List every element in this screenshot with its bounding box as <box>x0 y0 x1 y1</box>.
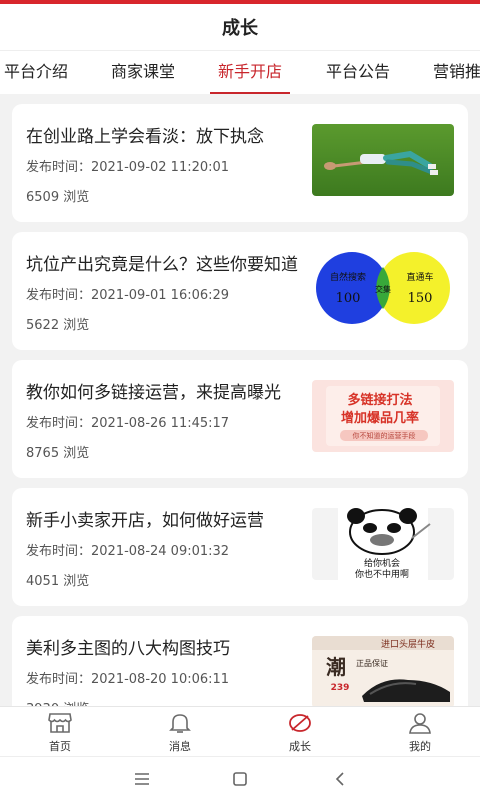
article-time: 发布时间：2021-08-20 10:06:11 <box>26 672 230 687</box>
article-thumbnail: 进口头层牛皮 潮 正品保证 239 <box>312 636 454 706</box>
meme-line-1: 给你机会 <box>364 557 400 569</box>
venn-mid-label: 交集 <box>375 284 391 294</box>
shop-icon <box>48 713 72 733</box>
page-header: 成长 <box>0 4 480 50</box>
nav-growth[interactable]: 成长 <box>240 707 360 756</box>
article-thumbnail: 给你机会 你也不中用啊 <box>312 508 454 580</box>
tab-platform-notice[interactable]: 平台公告 <box>326 51 390 94</box>
article-title: 新手小卖家开店，如何做好运营 <box>26 511 264 531</box>
article-card[interactable]: 美利多主图的八大构图技巧 发布时间：2021-08-20 10:06:11 39… <box>12 616 468 706</box>
nav-home[interactable]: 首页 <box>0 707 120 756</box>
promo-line-3: 你不知道的运营手段 <box>353 431 416 440</box>
category-tabs: 平台介绍 商家课堂 新手开店 平台公告 营销推广 <box>0 50 480 94</box>
article-views: 6509 浏览 <box>26 190 90 205</box>
tab-platform-intro[interactable]: 平台介绍 <box>4 51 68 94</box>
nav-messages-label: 消息 <box>169 740 191 753</box>
shoe-ad-price: 239 <box>331 683 350 693</box>
article-title: 在创业路上学会看淡：放下执念 <box>26 127 264 147</box>
shoe-ad-top: 进口头层牛皮 <box>381 638 435 650</box>
shoe-ad-brand: 潮 <box>326 655 346 679</box>
venn-left-value: 100 <box>336 291 361 306</box>
bottom-navigation: 首页 消息 成长 我的 <box>0 706 480 756</box>
nav-messages[interactable]: 消息 <box>120 707 240 756</box>
promo-line-2: 增加爆品几率 <box>341 410 419 426</box>
article-views: 4051 浏览 <box>26 574 90 589</box>
article-thumbnail: 自然搜索 100 交集 直通车 150 <box>312 252 454 324</box>
venn-left-label: 自然搜索 <box>330 271 366 283</box>
meme-line-2: 你也不中用啊 <box>355 568 409 580</box>
bell-icon <box>169 714 191 733</box>
venn-right-label: 直通车 <box>406 271 433 283</box>
article-card[interactable]: 新手小卖家开店，如何做好运营 发布时间：2021-08-24 09:01:32 … <box>12 488 468 606</box>
page-title: 成长 <box>222 18 258 39</box>
growth-icon <box>289 714 311 732</box>
article-time: 发布时间：2021-08-26 11:45:17 <box>26 416 230 431</box>
shoe-ad-sub: 正品保证 <box>356 658 388 668</box>
nav-profile[interactable]: 我的 <box>360 707 480 756</box>
nav-profile-label: 我的 <box>409 740 431 753</box>
article-time: 发布时间：2021-09-01 16:06:29 <box>26 288 230 303</box>
article-views: 8765 浏览 <box>26 446 90 461</box>
tab-new-store[interactable]: 新手开店 <box>209 51 291 94</box>
menu-icon[interactable] <box>130 767 154 791</box>
article-title: 教你如何多链接运营，来提高曝光 <box>26 383 281 403</box>
tab-merchant-class[interactable]: 商家课堂 <box>111 51 175 94</box>
nav-growth-label: 成长 <box>289 740 311 753</box>
article-card[interactable]: 在创业路上学会看淡：放下执念 发布时间：2021-09-02 11:20:01 … <box>12 104 468 222</box>
article-thumbnail <box>312 124 454 196</box>
article-list: 在创业路上学会看淡：放下执念 发布时间：2021-09-02 11:20:01 … <box>0 94 480 706</box>
article-title: 坑位产出究竟是什么？这些你要知道 <box>26 255 298 275</box>
article-time: 发布时间：2021-08-24 09:01:32 <box>26 544 230 559</box>
article-thumbnail: 多链接打法 增加爆品几率 你不知道的运营手段 <box>312 380 454 452</box>
system-navigation-bar <box>0 756 480 800</box>
home-square-icon[interactable] <box>228 767 252 791</box>
user-icon <box>409 713 431 734</box>
article-views: 3930 浏览 <box>26 698 89 706</box>
article-title: 美利多主图的八大构图技巧 <box>26 639 230 659</box>
venn-right-value: 150 <box>408 291 433 306</box>
article-card[interactable]: 教你如何多链接运营，来提高曝光 发布时间：2021-08-26 11:45:17… <box>12 360 468 478</box>
promo-line-1: 多链接打法 <box>347 392 412 408</box>
nav-home-label: 首页 <box>49 740 71 753</box>
tab-marketing[interactable]: 营销推广 <box>433 51 480 94</box>
article-views: 5622 浏览 <box>26 318 90 333</box>
article-card[interactable]: 坑位产出究竟是什么？这些你要知道 发布时间：2021-09-01 16:06:2… <box>12 232 468 350</box>
back-icon[interactable] <box>328 767 352 791</box>
article-time: 发布时间：2021-09-02 11:20:01 <box>26 160 230 175</box>
